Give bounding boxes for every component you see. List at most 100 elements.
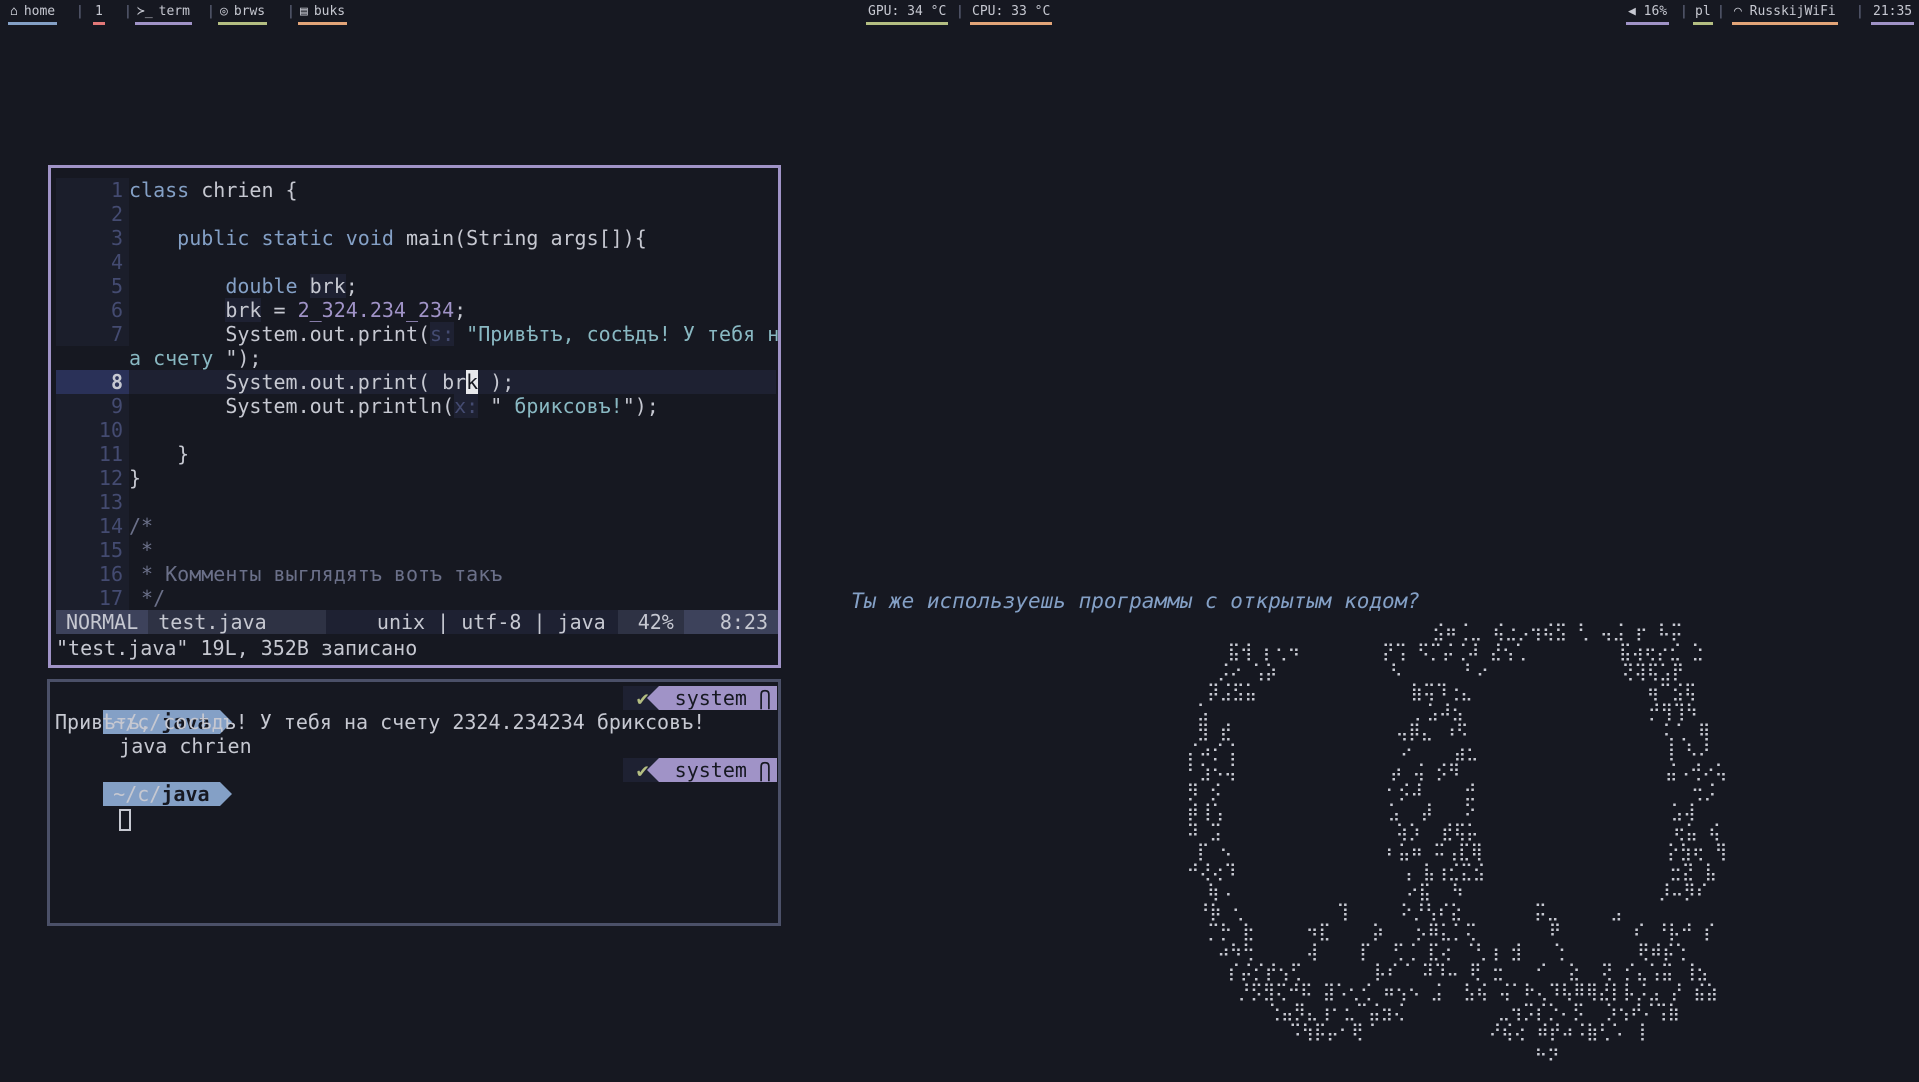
code-line[interactable]: 4 bbox=[56, 250, 776, 274]
home-icon: ⌂ bbox=[10, 4, 18, 19]
code-token: ; bbox=[345, 274, 358, 298]
prompt-right: ✔ system ⋂ bbox=[622, 758, 777, 782]
code-token: "Привѣтъ, сосѣдъ! У тебя н bbox=[466, 322, 780, 346]
code-token: double bbox=[225, 274, 298, 298]
code-token: бриксовъ! bbox=[502, 394, 623, 418]
vim-editor-window[interactable]: 1 class chrien {2 3 public static void mai… bbox=[48, 165, 781, 668]
code-token: 2_324.234_234 bbox=[297, 298, 455, 322]
line-number: 7 bbox=[56, 322, 129, 346]
workspace-brws[interactable]: ◎ brws bbox=[218, 3, 268, 25]
line-number: 11 bbox=[56, 442, 129, 466]
code-token: class bbox=[129, 178, 190, 202]
code-line[interactable]: 10 bbox=[56, 418, 776, 442]
volume[interactable]: ◀ 16% bbox=[1626, 3, 1670, 25]
line-number: 8 bbox=[56, 370, 129, 394]
env-label: system bbox=[674, 758, 747, 782]
workspace-home[interactable]: ⌂ home bbox=[8, 3, 58, 25]
workspace-buks[interactable]: ▤ buks bbox=[298, 3, 348, 25]
wallpaper-ascii-art: ⣪⠶⢈⣀ ⢮⣐⡠⢲⢮⣫ ⢃ ⢤⣨ ⡖ ⠧⡭ ⣯⢺ ⡆⢂⠲ ⡝⢩ ⠫⡉⡬⢈⠼ ⣜⢢… bbox=[1186, 622, 1728, 1062]
workspace-label: brws bbox=[233, 4, 266, 19]
text-cursor: k bbox=[466, 370, 479, 394]
top-bar: ⌂ home 1 ≻_ term ◎ brws ▤ buks | | | | GPU: 34 °C CPU:… bbox=[0, 0, 1919, 28]
code-line[interactable]: 17 */ bbox=[56, 586, 776, 610]
path-mid: c/ bbox=[137, 782, 162, 806]
workspace-1[interactable]: 1 bbox=[93, 3, 105, 25]
line-number: 15 bbox=[56, 538, 129, 562]
code-line[interactable]: 2 bbox=[56, 202, 776, 226]
code-line[interactable]: 15 * bbox=[56, 538, 776, 562]
keyboard-layout-label: pl bbox=[1695, 4, 1711, 19]
cursor-position: 8:23 bbox=[683, 610, 778, 634]
env-segment: system ⋂ bbox=[658, 758, 777, 782]
workspace-underline bbox=[218, 22, 268, 25]
command-message: "test.java" 19L, 352B записано bbox=[56, 636, 418, 660]
code-token: brk bbox=[225, 298, 262, 322]
keyboard-layout[interactable]: pl bbox=[1693, 3, 1713, 25]
code-token: " bbox=[478, 394, 503, 418]
code-token: * bbox=[129, 538, 154, 562]
terminal-cursor[interactable] bbox=[119, 808, 132, 831]
code-token: chrien { bbox=[189, 178, 298, 202]
command-text: java chrien bbox=[119, 734, 252, 758]
code-line[interactable]: 16 * Комменты выглядятъ вотъ такъ bbox=[56, 562, 776, 586]
prompt-line[interactable]: ~/c/java ✔ system ⋂ bbox=[55, 758, 777, 831]
terminal-icon: ≻_ bbox=[137, 4, 153, 19]
code-token: public static void bbox=[177, 226, 394, 250]
code-line[interactable]: 6 brk = 2_324.234_234; bbox=[56, 298, 776, 322]
workspace-underline bbox=[93, 22, 105, 25]
code-line[interactable]: 8 System.out.print( brk ); bbox=[56, 370, 776, 394]
code-line[interactable]: 1 class chrien { bbox=[56, 178, 776, 202]
code-line[interactable]: а счету "); bbox=[56, 346, 776, 370]
vim-statusline: NORMAL test.java unix | utf-8 | java 42%… bbox=[56, 610, 778, 634]
gpu-temp-underline bbox=[866, 22, 949, 25]
code-token: s: bbox=[430, 322, 455, 346]
workspace-term[interactable]: ≻_ term bbox=[135, 3, 192, 25]
workspace-label: 1 bbox=[95, 4, 103, 19]
code-token: * Комменты выглядятъ вотъ такъ bbox=[129, 562, 503, 586]
line-number: 14 bbox=[56, 514, 129, 538]
line-number: 9 bbox=[56, 394, 129, 418]
clock[interactable]: 21:35 bbox=[1871, 3, 1915, 25]
line-number: 16 bbox=[56, 562, 129, 586]
code-token: "); bbox=[225, 346, 262, 370]
code-line[interactable]: 12} bbox=[56, 466, 776, 490]
scroll-percent: 42% bbox=[617, 610, 684, 634]
cpu-temp[interactable]: CPU: 33 °C bbox=[970, 3, 1053, 25]
code-token: /* bbox=[129, 514, 154, 538]
workspace-label: term bbox=[158, 4, 190, 19]
code-line[interactable]: 9 System.out.println(x: " бриксовъ!"); bbox=[56, 394, 776, 418]
file-name: test.java bbox=[148, 610, 327, 634]
browser-icon: ◎ bbox=[220, 4, 228, 19]
code-line[interactable]: 13 bbox=[56, 490, 776, 514]
code-token: */ bbox=[129, 586, 166, 610]
code-token: } bbox=[129, 466, 142, 490]
line-number: 13 bbox=[56, 490, 129, 514]
code-line[interactable]: 3 public static void main(String args[])… bbox=[56, 226, 776, 250]
wifi[interactable]: ◠ RusskijWiFi bbox=[1732, 3, 1838, 25]
workspace-underline bbox=[8, 22, 58, 25]
line-number: 4 bbox=[56, 250, 129, 274]
line-number bbox=[56, 346, 129, 370]
book-icon: ▤ bbox=[300, 4, 308, 19]
volume-label: 16% bbox=[1643, 4, 1668, 19]
gpu-temp[interactable]: GPU: 34 °C bbox=[866, 3, 949, 25]
separator: | bbox=[287, 4, 295, 19]
env-label: system bbox=[674, 686, 747, 710]
cpu-temp-underline bbox=[970, 22, 1053, 25]
separator: | bbox=[207, 4, 215, 19]
code-line[interactable]: 11 } bbox=[56, 442, 776, 466]
terminal-window[interactable]: ~/c/java java chrien ✔ system ⋂ Привѣтъ, … bbox=[47, 679, 781, 926]
code-line[interactable]: 14/* bbox=[56, 514, 776, 538]
clock-underline bbox=[1871, 22, 1915, 25]
line-number: 1 bbox=[56, 178, 129, 202]
code-area[interactable]: 1 class chrien {2 3 public static void mai… bbox=[56, 178, 780, 610]
code-token: brk bbox=[309, 274, 346, 298]
volume-underline bbox=[1626, 22, 1670, 25]
code-line[interactable]: 5 double brk; bbox=[56, 274, 776, 298]
code-line[interactable]: 7 System.out.print(s: "Привѣтъ, сосѣдъ! … bbox=[56, 322, 780, 346]
clock-label: 21:35 bbox=[1873, 4, 1913, 19]
code-token: System.out.print( br bbox=[129, 370, 467, 394]
separator: | bbox=[1856, 4, 1864, 19]
